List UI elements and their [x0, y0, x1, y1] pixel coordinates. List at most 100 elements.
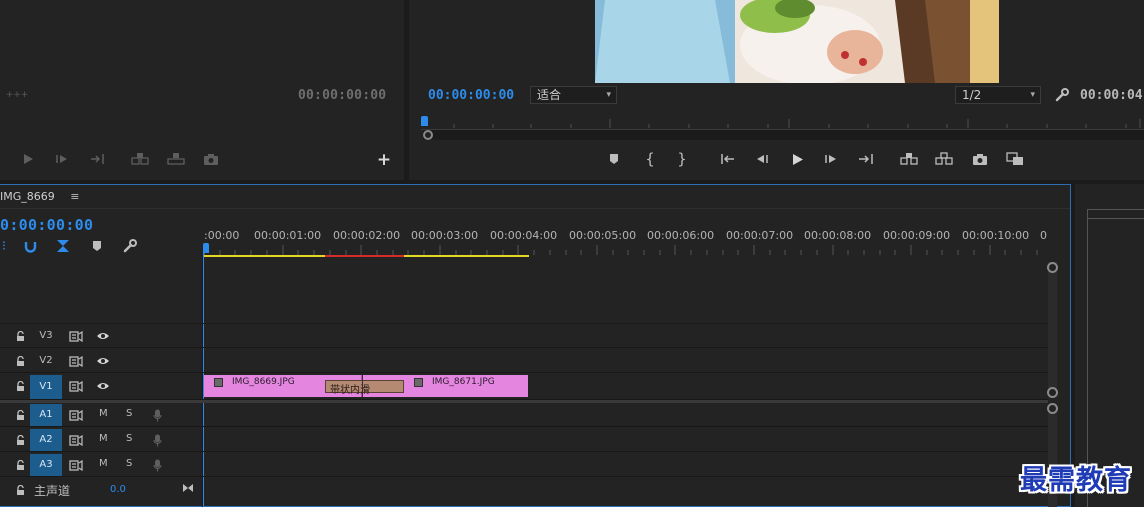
sequence-timecode[interactable]: 0:00:00:00 — [0, 216, 93, 234]
lock-icon[interactable] — [14, 329, 26, 343]
step-forward-icon[interactable] — [824, 151, 840, 167]
scroll-handle-bottom[interactable] — [1047, 387, 1058, 398]
eye-icon[interactable] — [95, 329, 111, 343]
mute-button[interactable]: M — [99, 433, 108, 444]
mute-button[interactable]: M — [99, 408, 108, 419]
track-row-a3: A3 M S — [0, 453, 1048, 477]
ruler-label: 00:00:06:00 — [647, 229, 715, 242]
play-icon[interactable] — [789, 151, 805, 167]
sync-lock-icon[interactable] — [68, 329, 84, 343]
master-volume-value[interactable]: 0.0 — [110, 484, 126, 495]
go-to-out-icon[interactable] — [857, 151, 875, 167]
edit-point-line — [362, 375, 363, 397]
eye-icon[interactable] — [95, 354, 111, 368]
add-marker-icon[interactable] — [607, 151, 621, 167]
ruler-label: 00:00:10:00 — [962, 229, 1030, 242]
sequence-tab-name: IMG_8669 — [0, 190, 55, 203]
add-marker-icon[interactable] — [90, 238, 104, 254]
lock-icon[interactable] — [14, 379, 26, 393]
overwrite-icon[interactable] — [166, 151, 186, 167]
track-target-a1[interactable]: A1 — [30, 404, 62, 426]
track-row-a2: A2 M S — [0, 428, 1048, 452]
mark-out-icon[interactable]: } — [675, 150, 689, 168]
ruler-label: 00:00:04:00 — [490, 229, 558, 242]
sequence-tab[interactable]: IMG_8669 ≡ — [0, 190, 79, 206]
lock-icon[interactable] — [14, 433, 26, 447]
insert-nest-icon[interactable]: ⁝ — [0, 238, 8, 254]
extract-icon[interactable] — [934, 151, 954, 167]
render-bar-yellow-1 — [204, 255, 325, 257]
ruler-label: 00:00:01:00 — [254, 229, 322, 242]
step-forward-icon[interactable] — [55, 151, 71, 167]
sync-lock-icon[interactable] — [68, 458, 84, 472]
source-monitor: +++ 00:00:00:00 + — [0, 0, 404, 180]
program-duration: 00:00:04:0 — [1080, 88, 1144, 103]
sync-lock-icon[interactable] — [68, 379, 84, 393]
sync-lock-icon[interactable] — [68, 408, 84, 422]
step-back-icon[interactable] — [753, 151, 769, 167]
program-zoom-bar[interactable] — [423, 130, 1144, 140]
transition-clip[interactable]: 带状内滑 — [325, 380, 404, 396]
audio-scroll-handle-top[interactable] — [1047, 403, 1058, 414]
timeline-settings-wrench-icon[interactable] — [122, 238, 138, 254]
resolution-dropdown[interactable]: 1/2 ▾ — [955, 86, 1041, 104]
sync-lock-icon[interactable] — [68, 354, 84, 368]
eye-icon[interactable] — [95, 379, 111, 393]
mark-in-icon[interactable]: { — [643, 150, 657, 168]
track-target-a2[interactable]: A2 — [30, 429, 62, 451]
program-monitor: 00:00:00:00 适合 ▾ 1/2 ▾ 00:00:04:0 — [409, 0, 1144, 180]
track-row-v2: V2 — [0, 349, 1048, 373]
track-row-a1: A1 M S — [0, 403, 1048, 427]
insert-icon[interactable] — [130, 151, 150, 167]
video-vertical-scrollbar[interactable] — [1048, 262, 1057, 397]
solo-button[interactable]: S — [126, 408, 132, 419]
sync-lock-icon[interactable] — [68, 433, 84, 447]
track-target-a3[interactable]: A3 — [30, 454, 62, 476]
go-to-in-icon[interactable] — [719, 151, 737, 167]
resolution-dropdown-value: 1/2 — [962, 88, 982, 102]
track-target-v3[interactable]: V3 — [30, 325, 62, 347]
microphone-icon[interactable] — [150, 432, 164, 448]
wrench-icon[interactable] — [1054, 87, 1070, 103]
scroll-handle-top[interactable] — [1047, 262, 1058, 273]
comparison-view-icon[interactable] — [1005, 151, 1025, 167]
lock-icon[interactable] — [14, 408, 26, 422]
lock-icon[interactable] — [14, 354, 26, 368]
zoom-handle-left[interactable] — [423, 130, 433, 140]
play-icon[interactable] — [20, 151, 36, 167]
program-timecode[interactable]: 00:00:00:00 — [428, 88, 514, 103]
ruler-label: 00:00:08:00 — [804, 229, 872, 242]
lock-icon[interactable] — [14, 458, 26, 472]
mute-button[interactable]: M — [99, 458, 108, 469]
tab-underline — [0, 208, 1070, 209]
chevron-down-icon: ▾ — [1030, 90, 1035, 100]
clip-fx-icon — [414, 378, 423, 387]
microphone-icon[interactable] — [150, 407, 164, 423]
source-timecode[interactable]: 00:00:00:00 — [298, 88, 386, 103]
solo-button[interactable]: S — [126, 458, 132, 469]
collapse-toggle-icon[interactable] — [180, 481, 196, 495]
export-frame-icon[interactable] — [202, 151, 220, 167]
track-target-v2[interactable]: V2 — [30, 350, 62, 372]
linked-selection-icon[interactable] — [55, 238, 71, 254]
meter-inner-line — [1087, 218, 1144, 219]
snap-magnet-icon[interactable] — [22, 238, 38, 254]
lock-icon[interactable] — [14, 483, 26, 497]
panel-menu-icon[interactable]: ≡ — [70, 190, 79, 203]
chevron-down-icon: ▾ — [606, 90, 611, 100]
program-ruler[interactable] — [421, 114, 1144, 130]
track-row-v3: V3 — [0, 324, 1048, 348]
ruler-label: :00:00 — [204, 229, 240, 242]
track-target-v1[interactable]: V1 — [30, 375, 62, 399]
export-frame-icon[interactable] — [971, 151, 989, 167]
solo-button[interactable]: S — [126, 433, 132, 444]
lift-icon[interactable] — [899, 151, 919, 167]
fit-dropdown[interactable]: 适合 ▾ — [530, 86, 617, 104]
program-playhead[interactable] — [421, 116, 428, 126]
clip-name: IMG_8671.JPG — [432, 377, 495, 387]
clip-fx-icon — [214, 378, 223, 387]
go-to-out-icon[interactable] — [89, 151, 107, 167]
microphone-icon[interactable] — [150, 457, 164, 473]
add-button-icon[interactable]: + — [376, 150, 392, 170]
timeline-playhead-handle[interactable] — [203, 243, 209, 253]
